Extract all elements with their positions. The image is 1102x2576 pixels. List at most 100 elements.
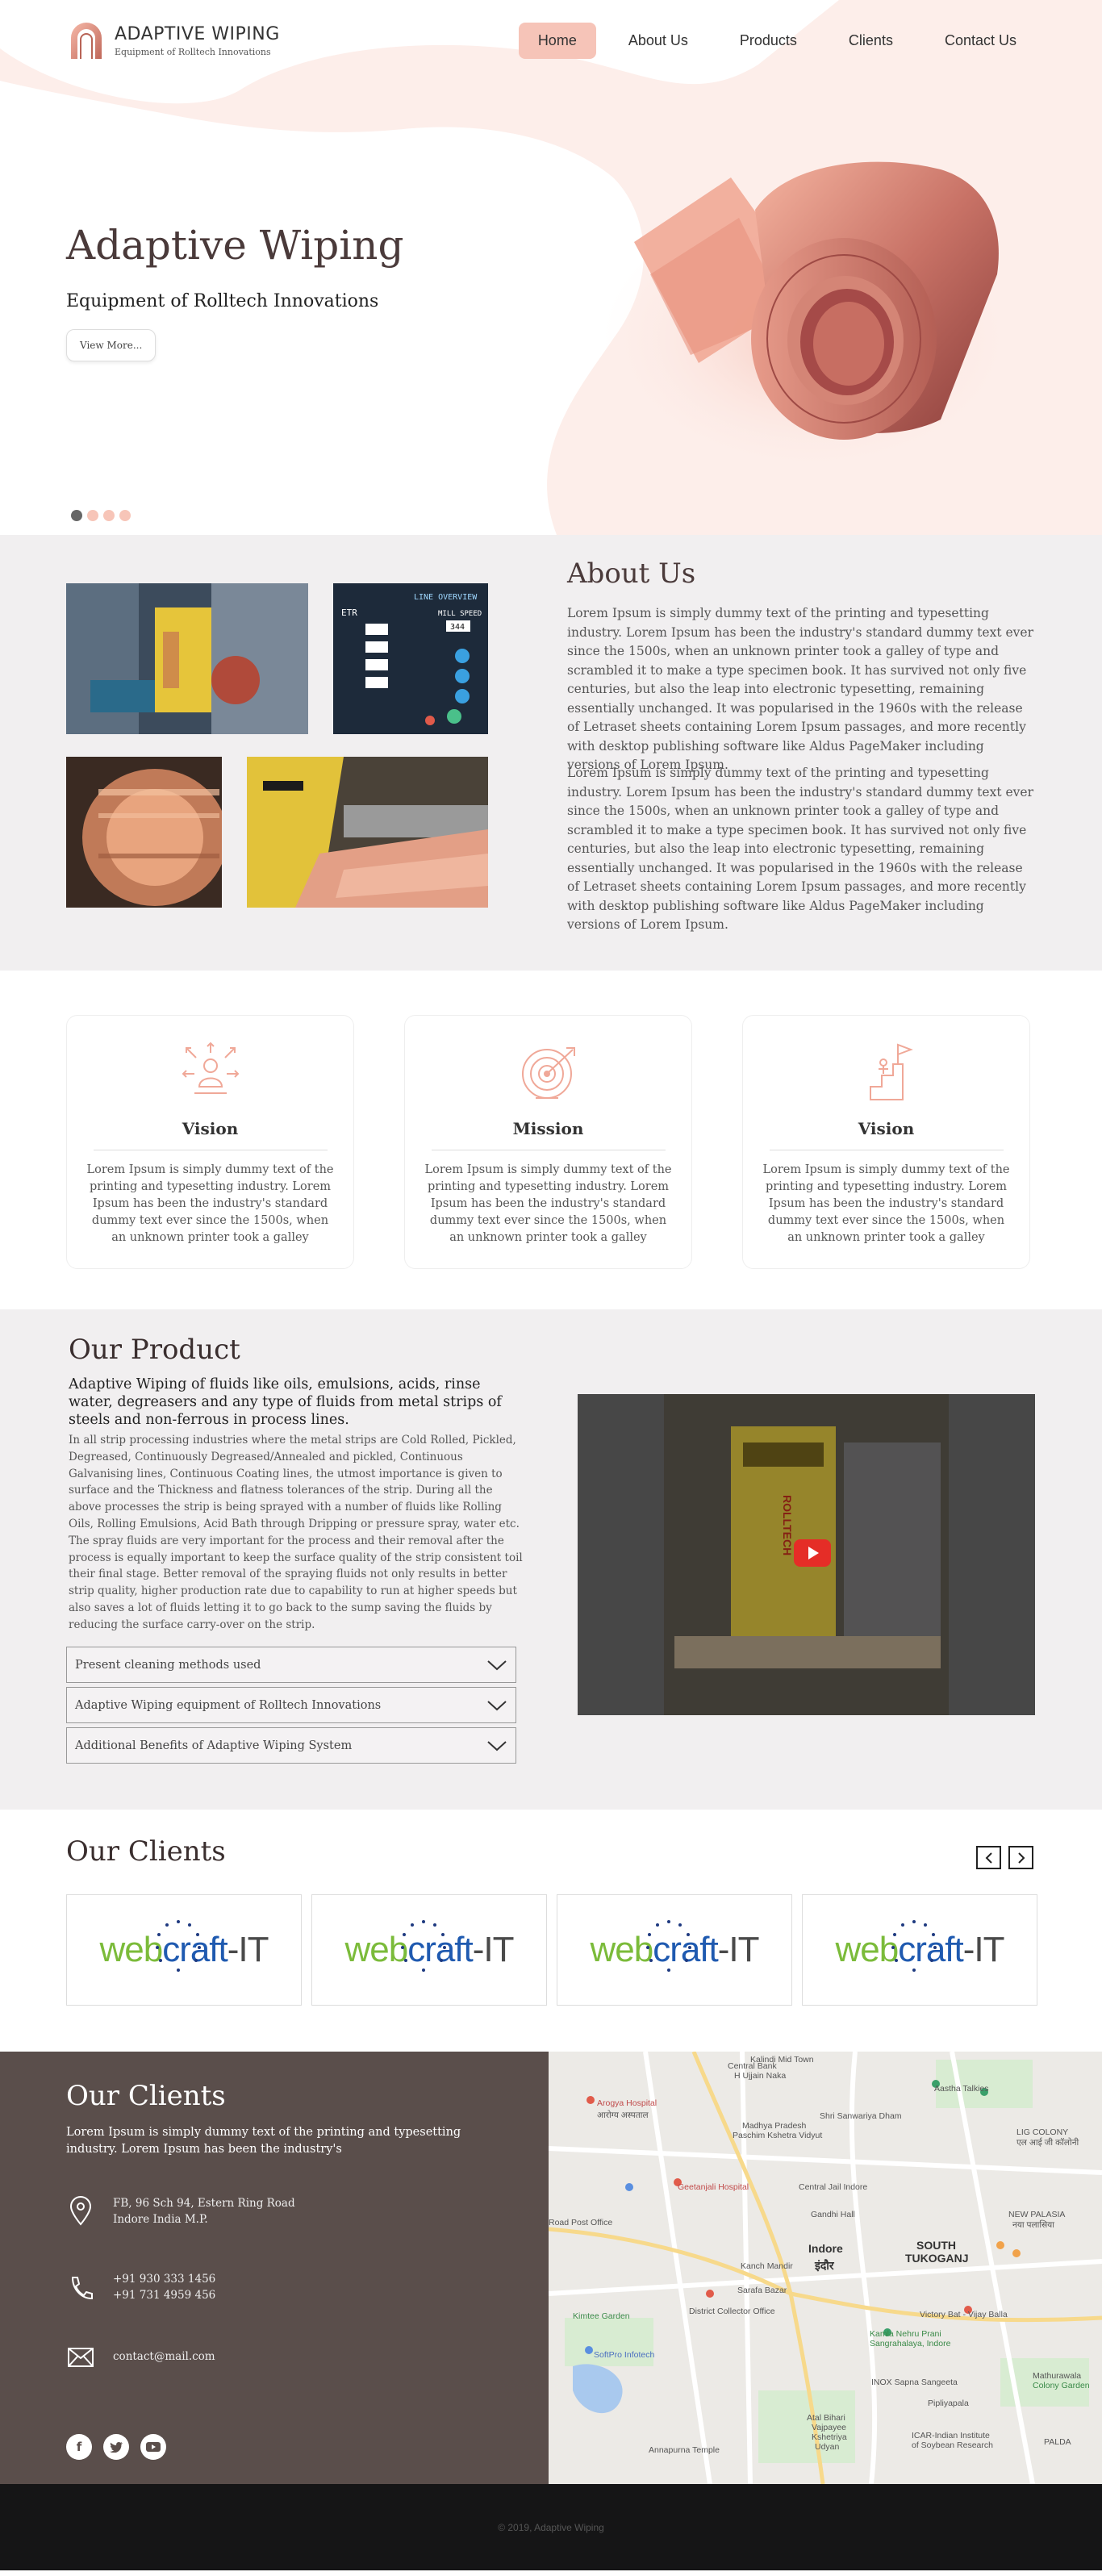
twitter-icon[interactable] <box>103 2434 129 2460</box>
logo-suffix: -IT <box>472 1930 515 1969</box>
value-card-text: Lorem Ipsum is simply dummy text of the … <box>762 1163 1010 1244</box>
client-logo-card[interactable]: webcraft-IT <box>311 1894 547 2006</box>
facebook-icon[interactable]: f <box>66 2434 92 2460</box>
map-label: Geetanjali Hospital <box>678 2182 749 2192</box>
map-label: Indore <box>808 2242 843 2255</box>
about-section: ETR LINE OVERVIEW MILL SPEED 344 About U… <box>0 535 1102 971</box>
stars-ring-icon <box>401 1920 447 1972</box>
webcraft-logo: webcraft-IT <box>344 1920 515 1972</box>
view-more-button[interactable]: View More... <box>66 329 157 361</box>
contact-address: FB, 96 Sch 94, Estern Ring Road Indore I… <box>66 2195 295 2227</box>
value-card-title: Vision <box>182 1119 239 1138</box>
map-label: Sarafa Bazar <box>737 2286 787 2295</box>
product-paragraph-2: The spray fluids are very important for … <box>69 1534 523 1631</box>
email-address[interactable]: contact@mail.com <box>113 2348 215 2365</box>
accordion-label: Present cleaning methods used <box>75 1658 261 1672</box>
slider-dots <box>71 510 131 521</box>
logo-suffix: -IT <box>717 1930 760 1969</box>
copper-coil-logo-icon <box>71 23 102 59</box>
hero-title: Adaptive Wiping <box>66 222 404 269</box>
accordion-adaptive-wiping-equipment[interactable]: Adaptive Wiping equipment of Rolltech In… <box>66 1687 516 1723</box>
webcraft-logo: webcraft-IT <box>99 1920 269 1972</box>
map-label: TUKOGANJ <box>905 2252 969 2265</box>
target-icon <box>521 1047 575 1099</box>
about-title: About Us <box>567 557 696 590</box>
map-label: आरोग्य अस्पताल <box>597 2110 649 2120</box>
address-line-2: Indore India M.P. <box>113 2213 208 2226</box>
brand-name: ADAPTIVE WIPING <box>115 23 280 44</box>
clients-prev-button[interactable] <box>976 1846 1001 1869</box>
clients-next-button[interactable] <box>1008 1846 1033 1869</box>
contact-phone: +91 930 333 1456 +91 731 4959 456 <box>66 2271 215 2303</box>
location-map[interactable]: Kalindi Mid Town Central Bank H Ujjain Nak… <box>549 2052 1102 2484</box>
logo-web: web <box>344 1930 408 1969</box>
client-logo-card[interactable]: webcraft-IT <box>66 1894 302 2006</box>
logo-web: web <box>835 1930 899 1969</box>
footer-contact-panel: Our Clients Lorem Ipsum is simply dummy … <box>0 2052 549 2484</box>
nav-about-us[interactable]: About Us <box>609 23 708 59</box>
map-label: Sangrahalaya, Indore <box>870 2339 951 2348</box>
map-label: Colony Garden <box>1033 2381 1090 2390</box>
phone-number-1[interactable]: +91 930 333 1456 <box>113 2271 215 2287</box>
map-label: Paschim Kshetra Vidyut <box>733 2131 823 2140</box>
map-label: Road Post Office <box>549 2218 613 2227</box>
map-label: Kamla Nehru Prani <box>870 2329 941 2339</box>
site-header: ADAPTIVE WIPING Equipment of Rolltech In… <box>0 0 1102 81</box>
svg-text:344: 344 <box>450 623 465 632</box>
control-screen-photo: ETR LINE OVERVIEW MILL SPEED 344 <box>333 583 488 734</box>
brand-logo[interactable]: ADAPTIVE WIPING Equipment of Rolltech In… <box>66 19 280 62</box>
nav-clients[interactable]: Clients <box>829 23 912 59</box>
map-label: एल आई जी कॉलोनी <box>1016 2138 1079 2148</box>
logo-suffix: -IT <box>962 1930 1005 1969</box>
copyright-bar: © 2019, Adaptive Wiping <box>0 2484 1102 2570</box>
strategy-icon <box>182 1042 239 1094</box>
nav-home[interactable]: Home <box>518 22 596 59</box>
chevron-down-icon <box>487 1740 507 1751</box>
slider-dot-4[interactable] <box>119 510 131 521</box>
map-label: Victory Bat - Vijay Balla <box>920 2310 1008 2319</box>
map-label: District Collector Office <box>689 2307 775 2316</box>
address-line-1: FB, 96 Sch 94, Estern Ring Road <box>113 2197 295 2210</box>
nav-contact-us[interactable]: Contact Us <box>925 23 1036 59</box>
map-label: PALDA <box>1044 2437 1071 2447</box>
svg-text:MILL SPEED: MILL SPEED <box>438 610 482 618</box>
chevron-down-icon <box>487 1660 507 1670</box>
map-label: Kshetriya <box>812 2432 847 2442</box>
nav-products[interactable]: Products <box>720 23 816 59</box>
slider-dot-3[interactable] <box>103 510 115 521</box>
map-label: INOX Sapna Sangeeta <box>871 2378 958 2387</box>
hero-section: ADAPTIVE WIPING Equipment of Rolltech In… <box>0 0 1102 535</box>
map-label: NEW PALASIA <box>1008 2210 1066 2219</box>
slider-dot-1[interactable] <box>71 510 82 521</box>
map-label: of Soybean Research <box>912 2440 993 2450</box>
values-section: Vision Lorem Ipsum is simply dummy text … <box>0 971 1102 1309</box>
client-logo-card[interactable]: webcraft-IT <box>802 1894 1037 2006</box>
map-label: Vajpayee <box>812 2423 847 2432</box>
phone-icon <box>71 2277 93 2300</box>
copper-roll-photo <box>66 757 222 908</box>
contact-email: contact@mail.com <box>66 2340 215 2373</box>
accordion-present-cleaning-methods[interactable]: Present cleaning methods used <box>66 1647 516 1683</box>
map-label: Shri Sanwariya Dham <box>820 2111 902 2121</box>
svg-text:LINE OVERVIEW: LINE OVERVIEW <box>414 593 478 602</box>
product-video-player[interactable]: ROLLTECH <box>578 1394 1035 1715</box>
value-card-text: Lorem Ipsum is simply dummy text of the … <box>424 1163 672 1244</box>
webcraft-logo: webcraft-IT <box>835 1920 1005 1972</box>
client-logo-card[interactable]: webcraft-IT <box>557 1894 792 2006</box>
slider-dot-2[interactable] <box>87 510 98 521</box>
product-paragraph-1: In all strip processing industries where… <box>69 1434 520 1530</box>
stars-ring-icon <box>646 1920 692 1972</box>
svg-text:ETR: ETR <box>341 607 357 618</box>
summit-flag-icon <box>869 1043 913 1100</box>
envelope-icon <box>68 2348 94 2367</box>
accordion-additional-benefits[interactable]: Additional Benefits of Adaptive Wiping S… <box>66 1727 516 1764</box>
map-label: Kimtee Garden <box>573 2311 630 2321</box>
copper-coil-image <box>602 161 1021 476</box>
youtube-icon[interactable] <box>140 2434 166 2460</box>
social-links: f <box>66 2434 166 2460</box>
footer-title: Our Clients <box>66 2080 226 2112</box>
phone-number-2[interactable]: +91 731 4959 456 <box>113 2287 215 2303</box>
map-label: Madhya Pradesh <box>742 2121 807 2131</box>
brand-tagline: Equipment of Rolltech Innovations <box>115 46 271 57</box>
youtube-play-icon[interactable] <box>794 1539 831 1567</box>
